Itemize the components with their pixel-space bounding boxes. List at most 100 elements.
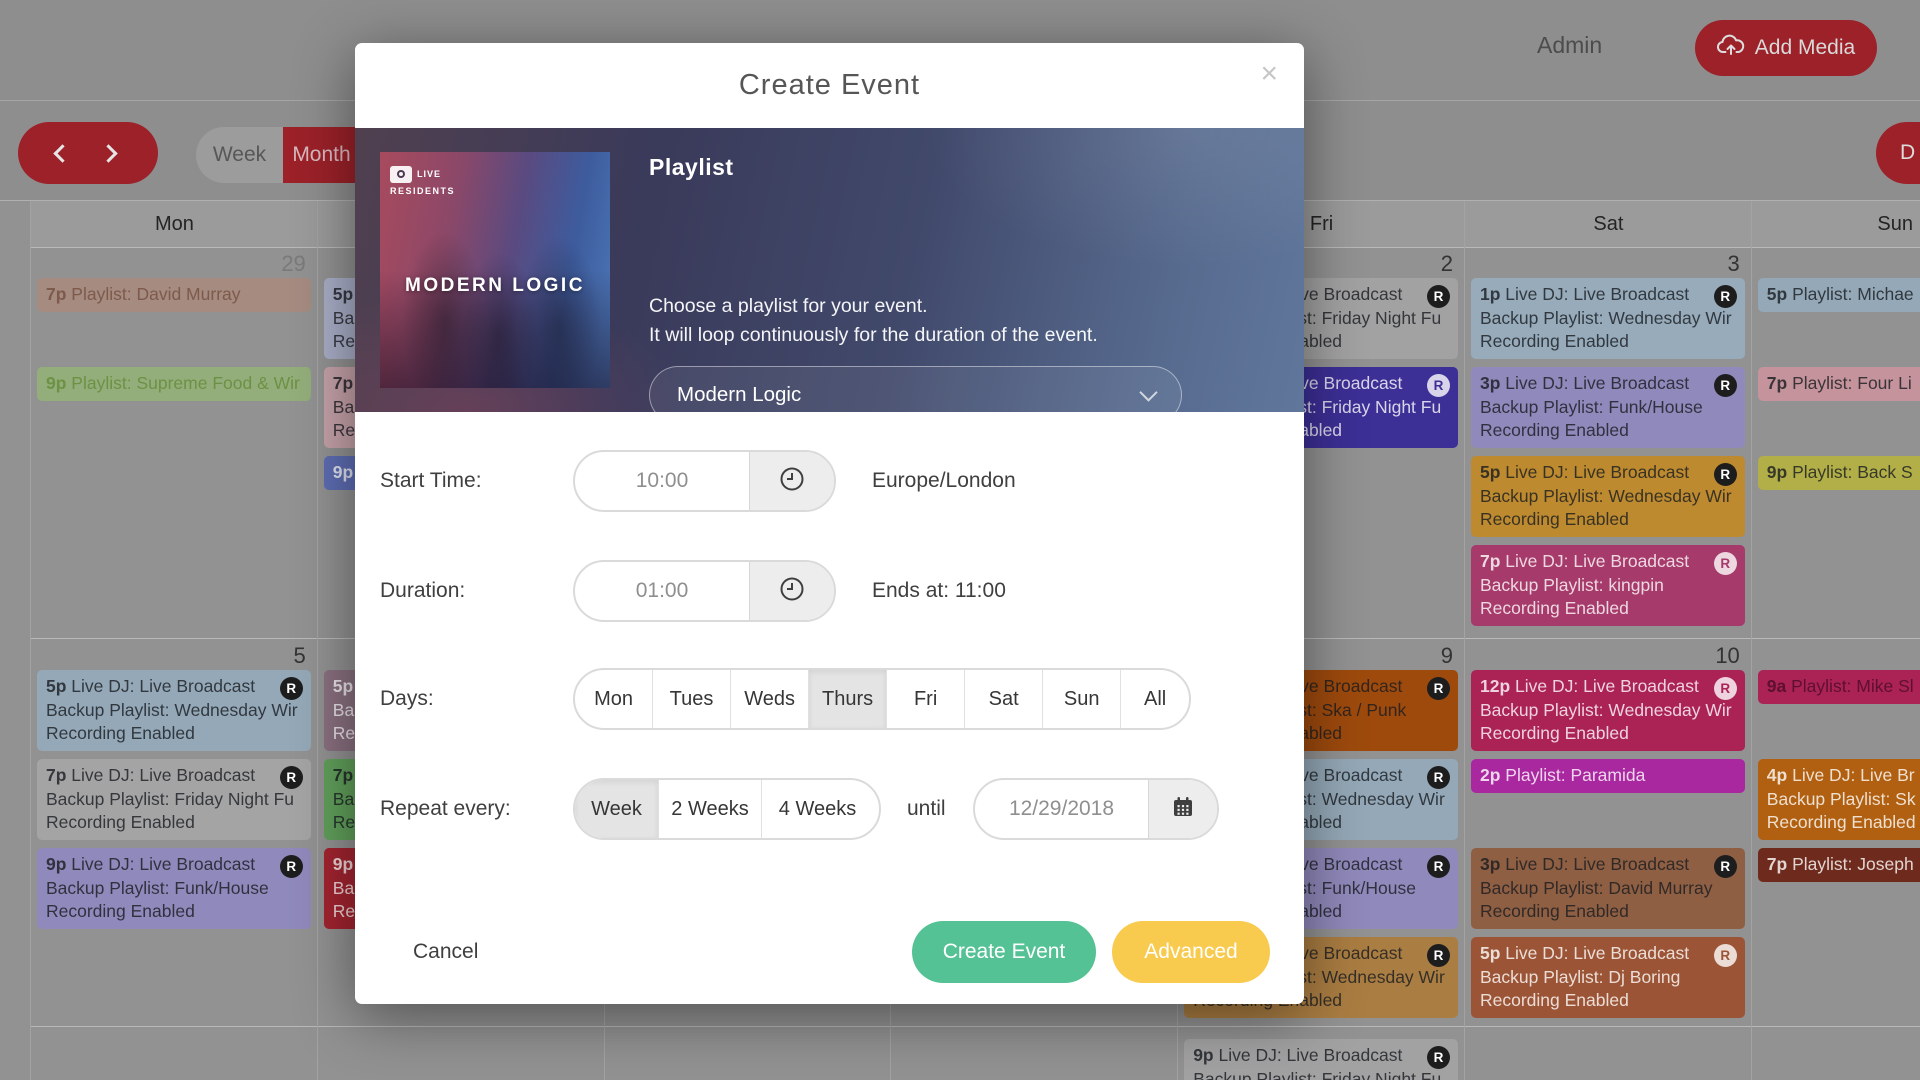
- clock-icon: [779, 466, 805, 497]
- next-button[interactable]: [99, 144, 117, 162]
- calendar-nav-pill: [18, 122, 158, 184]
- repeat-option-4-weeks[interactable]: 4 Weeks: [762, 780, 873, 838]
- day-option-weds[interactable]: Weds: [731, 670, 809, 728]
- until-date-input[interactable]: 12/29/2018: [973, 778, 1219, 840]
- create-event-button[interactable]: Create Event: [912, 921, 1096, 983]
- calendar-cell: [1752, 1026, 1920, 1080]
- modal-title: Create Event: [355, 69, 1304, 102]
- duration-row: Duration: 01:00 Ends at: 11:00: [355, 560, 1304, 622]
- tab-week-view[interactable]: Week: [196, 127, 283, 183]
- date-number: 3: [1728, 251, 1740, 277]
- calendar-cell: 55p Live DJ: Live BroadcastBackup Playli…: [31, 638, 318, 1027]
- duration-input[interactable]: 01:00: [573, 560, 836, 622]
- calendar-cell: [1465, 1026, 1752, 1080]
- calendar-event[interactable]: 9p Playlist: Supreme Food & Wir: [37, 367, 311, 401]
- calendar-cell: [605, 1026, 892, 1080]
- calendar-event[interactable]: 9p Live DJ: Live BroadcastBackup Playlis…: [1184, 1039, 1458, 1080]
- day-option-mon[interactable]: Mon: [575, 670, 653, 728]
- recording-badge: R: [1427, 944, 1450, 967]
- day-option-fri[interactable]: Fri: [887, 670, 965, 728]
- calendar-event[interactable]: 2p Playlist: Paramida: [1471, 759, 1745, 793]
- repeat-option-week[interactable]: Week: [575, 780, 659, 838]
- close-icon[interactable]: ×: [1260, 57, 1278, 91]
- add-media-button[interactable]: Add Media: [1695, 20, 1877, 76]
- recording-badge: R: [1714, 552, 1737, 575]
- artwork-title: MODERN LOGIC: [380, 275, 610, 297]
- date-number: 5: [294, 643, 306, 669]
- cloud-upload-icon: [1717, 34, 1745, 62]
- calendar-cell: 5p Playlist: Michae 7p Playlist: Four Li 9…: [1752, 247, 1920, 638]
- calendar-event[interactable]: 4p Live DJ: Live BrBackup Playlist: SkRe…: [1758, 759, 1920, 840]
- recording-badge: R: [280, 855, 303, 878]
- recording-badge: R: [1714, 944, 1737, 967]
- calendar-cell: 31p Live DJ: Live BroadcastBackup Playli…: [1465, 247, 1752, 638]
- clock-icon: [779, 576, 805, 607]
- playlist-dropdown-value: Modern Logic: [677, 383, 801, 406]
- recording-badge: R: [1427, 1046, 1450, 1069]
- duration-label: Duration:: [380, 560, 465, 622]
- recording-badge: R: [280, 677, 303, 700]
- start-time-row: Start Time: 10:00 Europe/London: [355, 450, 1304, 512]
- calendar-event[interactable]: 9p Live DJ: Live BroadcastBackup Playlis…: [37, 848, 311, 929]
- repeat-label: Repeat every:: [380, 778, 511, 840]
- calendar-event[interactable]: 3p Live DJ: Live BroadcastBackup Playlis…: [1471, 367, 1745, 448]
- calendar-event[interactable]: 7p Playlist: Joseph: [1758, 848, 1920, 882]
- start-time-picker-button[interactable]: [749, 452, 834, 510]
- previous-button[interactable]: [53, 144, 71, 162]
- calendar-event[interactable]: 12p Live DJ: Live BroadcastBackup Playli…: [1471, 670, 1745, 751]
- calendar-cell: 297p Playlist: David Murray9p Playlist: …: [31, 247, 318, 638]
- days-segmented: MonTuesWedsThursFriSatSunAll: [573, 668, 1191, 730]
- playlist-dropdown[interactable]: Modern Logic: [649, 366, 1182, 424]
- day-option-thurs[interactable]: Thurs: [809, 670, 887, 728]
- days-row: Days: MonTuesWedsThursFriSatSunAll: [355, 668, 1304, 730]
- recording-badge: R: [1427, 285, 1450, 308]
- calendar-event[interactable]: 7p Live DJ: Live BroadcastBackup Playlis…: [1471, 545, 1745, 626]
- calendar-event[interactable]: 9p Playlist: Back S: [1758, 456, 1920, 490]
- start-time-value[interactable]: 10:00: [575, 452, 749, 510]
- calendar-event[interactable]: 9a Playlist: Mike Sl: [1758, 670, 1920, 704]
- advanced-button[interactable]: Advanced: [1112, 921, 1270, 983]
- recording-badge: R: [1714, 463, 1737, 486]
- date-picker-button[interactable]: [1148, 780, 1217, 838]
- add-media-label: Add Media: [1755, 36, 1855, 60]
- duration-value[interactable]: 01:00: [575, 562, 749, 620]
- until-date-value[interactable]: 12/29/2018: [975, 780, 1148, 838]
- tab-month-view[interactable]: Month: [283, 127, 360, 183]
- calendar-cell: [31, 1026, 318, 1080]
- timezone-label: Europe/London: [872, 450, 1016, 512]
- repeat-segmented: Week2 Weeks4 Weeks: [573, 778, 881, 840]
- date-number: 9: [1441, 643, 1453, 669]
- cancel-button[interactable]: Cancel: [413, 921, 478, 983]
- calendar-event[interactable]: 5p Live DJ: Live BroadcastBackup Playlis…: [1471, 456, 1745, 537]
- day-option-sun[interactable]: Sun: [1043, 670, 1121, 728]
- repeat-option-2-weeks[interactable]: 2 Weeks: [659, 780, 762, 838]
- toolbar-right-button[interactable]: D: [1876, 122, 1920, 184]
- calendar-event[interactable]: 3p Live DJ: Live BroadcastBackup Playlis…: [1471, 848, 1745, 929]
- calendar-event[interactable]: 5p Live DJ: Live BroadcastBackup Playlis…: [1471, 937, 1745, 1018]
- calendar-event[interactable]: 7p Live DJ: Live BroadcastBackup Playlis…: [37, 759, 311, 840]
- day-option-tues[interactable]: Tues: [653, 670, 731, 728]
- start-time-input[interactable]: 10:00: [573, 450, 836, 512]
- recording-badge: R: [1714, 677, 1737, 700]
- day-option-all[interactable]: All: [1121, 670, 1189, 728]
- banner-heading: Playlist: [649, 154, 734, 181]
- days-label: Days:: [380, 668, 434, 730]
- calendar-event[interactable]: 7p Playlist: David Murray: [37, 278, 311, 312]
- calendar-column-sun: Sun5p Playlist: Michae7p Playlist: Four …: [1751, 201, 1920, 1080]
- calendar-event[interactable]: 7p Playlist: Four Li: [1758, 367, 1920, 401]
- calendar-event[interactable]: 1p Live DJ: Live BroadcastBackup Playlis…: [1471, 278, 1745, 359]
- create-event-modal: Create Event × LIVE RESIDENTS MODERN LOG…: [355, 43, 1304, 1004]
- camera-icon: [390, 166, 412, 183]
- modal-footer: Cancel Create Event Advanced: [355, 921, 1304, 983]
- recording-badge: R: [1427, 855, 1450, 878]
- recording-badge: R: [1714, 285, 1737, 308]
- repeat-row: Repeat every: Week2 Weeks4 Weeks until 1…: [355, 778, 1304, 840]
- day-option-sat[interactable]: Sat: [965, 670, 1043, 728]
- calendar-event[interactable]: 5p Playlist: Michae: [1758, 278, 1920, 312]
- calendar-event[interactable]: 5p Live DJ: Live BroadcastBackup Playlis…: [37, 670, 311, 751]
- chevron-down-icon: [1139, 383, 1157, 401]
- day-header: Sat: [1465, 201, 1752, 248]
- recording-badge: R: [1427, 766, 1450, 789]
- admin-link[interactable]: Admin: [1537, 32, 1602, 59]
- duration-picker-button[interactable]: [749, 562, 834, 620]
